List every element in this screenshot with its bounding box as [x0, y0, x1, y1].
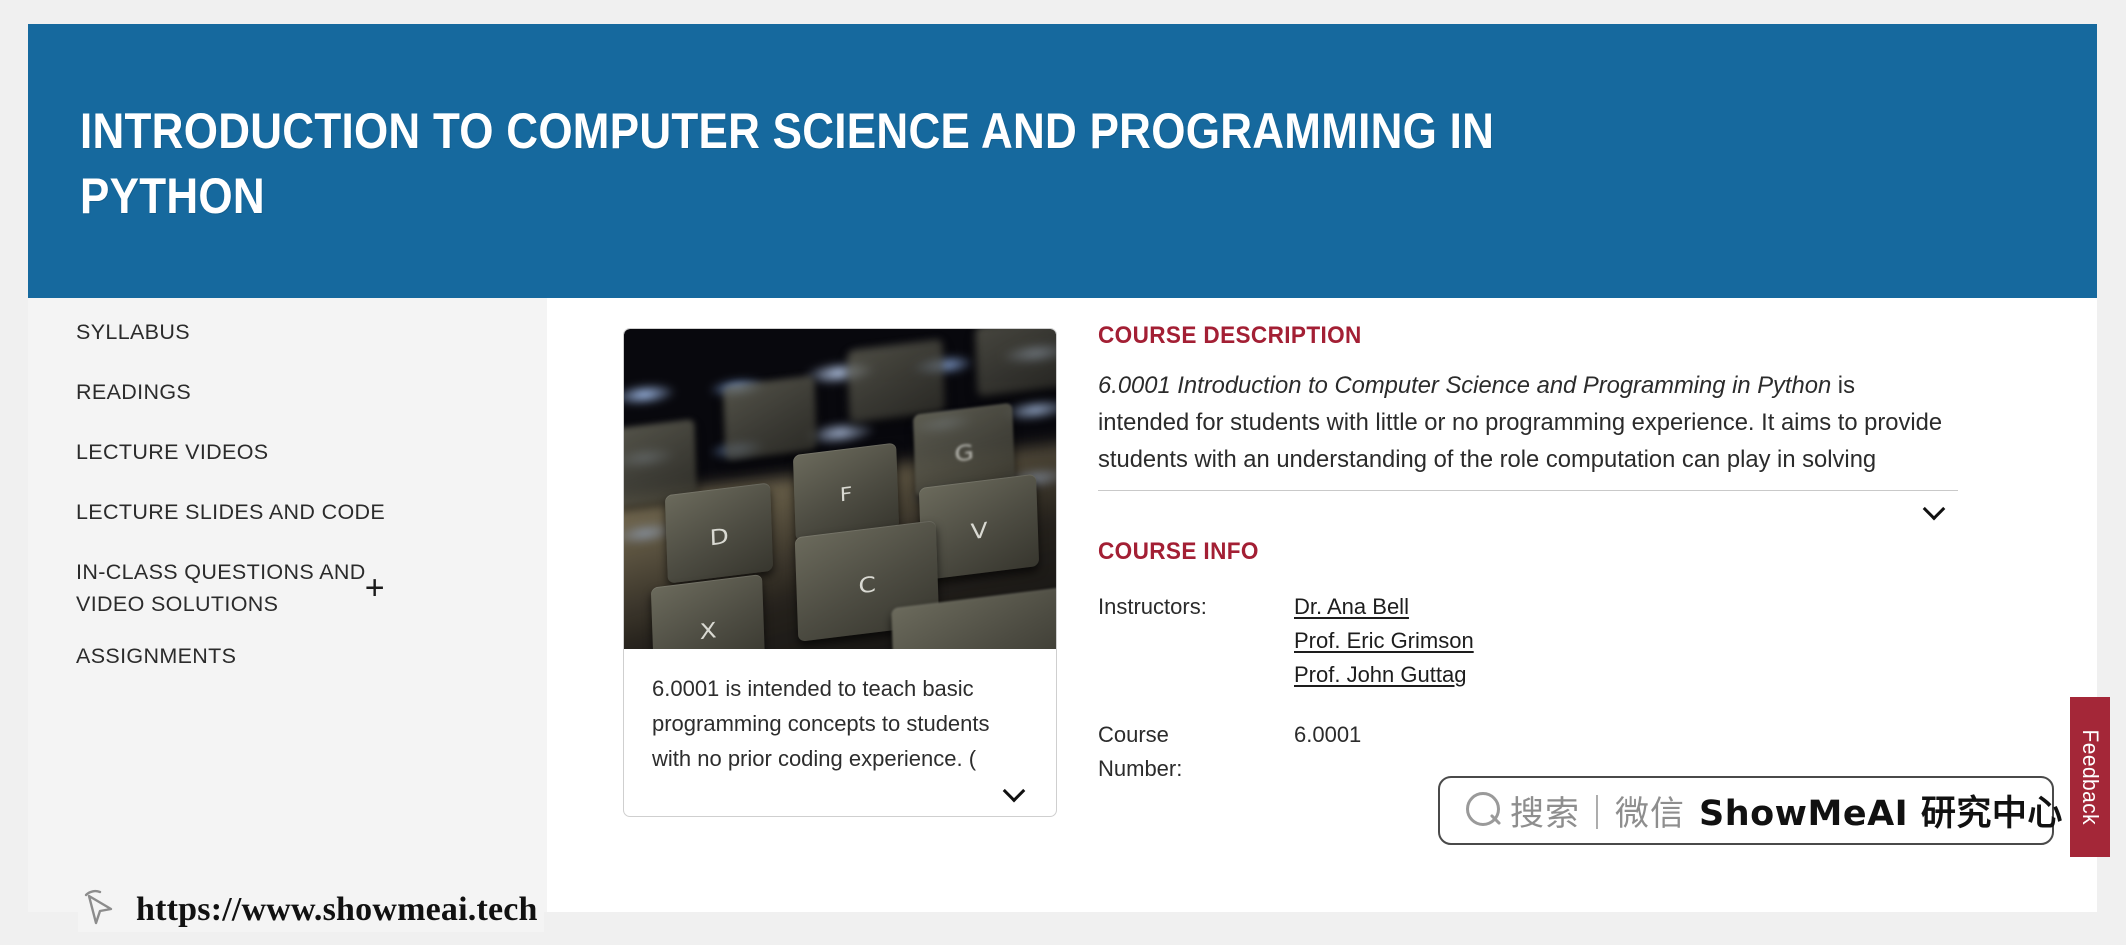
media-column: G F D V C X 6.0001 is intended to teach … — [623, 328, 1057, 817]
key-glyph-c: C — [858, 571, 877, 599]
sidebar-item-label: Lecture Videos — [76, 440, 269, 464]
key-glyph-f: F — [839, 484, 853, 507]
search-brand-text: ShowMeAI 研究中心 — [1699, 794, 2063, 834]
course-number-label: Course Number: — [1098, 722, 1183, 781]
course-description-heading: Course Description — [1098, 322, 1362, 349]
page-banner: Introduction to Computer Science and Pro… — [28, 24, 2097, 298]
cursor-pointer-icon — [84, 889, 113, 925]
key-blur-4 — [975, 329, 1056, 397]
key-glyph-g: G — [954, 439, 975, 467]
sidebar-item-assignments[interactable]: Assignments — [28, 640, 547, 672]
sidebar-item-readings[interactable]: Readings — [28, 376, 547, 408]
sidebar-item-lecture-videos[interactable]: Lecture Videos — [28, 436, 547, 468]
keyboard-key-x: X — [650, 574, 766, 649]
page-title: Introduction to Computer Science and Pro… — [80, 103, 1495, 224]
plus-icon[interactable]: + — [365, 571, 385, 605]
instructor-link[interactable]: Prof. John Guttag — [1294, 658, 1998, 692]
brand-url: https://www.showmeai.tech — [136, 891, 538, 928]
chevron-down-icon[interactable] — [1924, 501, 1946, 513]
key-blur-3 — [847, 339, 945, 423]
sidebar: Syllabus Readings Lecture Videos Lecture Sl… — [28, 298, 547, 912]
search-placeholder-text: 搜索｜微信 — [1510, 794, 1685, 834]
feedback-label: Feedback — [2078, 729, 2103, 825]
key-blur-2 — [723, 375, 817, 461]
instructors-value: Dr. Ana Bell Prof. Eric Grimson Prof. John… — [1294, 590, 1998, 692]
search-icon — [1462, 790, 1504, 832]
keyboard-photo: G F D V C X — [624, 329, 1056, 649]
instructor-link[interactable]: Prof. Eric Grimson — [1294, 624, 1998, 658]
feedback-tab[interactable]: Feedback — [2070, 697, 2110, 857]
key-glyph-v: V — [970, 517, 989, 545]
course-description-italic-lead: 6.0001 Introduction to Computer Science … — [1098, 372, 1832, 399]
sidebar-item-label: Readings — [76, 380, 192, 404]
image-caption: 6.0001 is intended to teach basic progra… — [652, 676, 990, 771]
instructors-label: Instructors: — [1098, 594, 1207, 619]
search-overlay[interactable]: 搜索｜微信 ShowMeAI 研究中心 — [1438, 776, 2062, 845]
text-column: Course Description 6.0001 Introduction t… — [1098, 322, 1998, 786]
caption-expand-row — [624, 782, 1056, 816]
sidebar-item-syllabus[interactable]: Syllabus — [28, 316, 547, 348]
course-image-card: G F D V C X 6.0001 is intended to teach … — [623, 328, 1057, 817]
description-expand-row — [1098, 491, 1958, 518]
chevron-down-icon[interactable] — [1004, 783, 1026, 795]
brand-watermark: https://www.showmeai.tech — [78, 888, 544, 932]
instructor-link[interactable]: Dr. Ana Bell — [1294, 590, 1998, 624]
sidebar-item-in-class-questions-and-video-solutions[interactable]: In-Class Questions and Video Solutions + — [28, 556, 547, 620]
key-glyph-x: X — [699, 617, 718, 645]
sidebar-item-label: In-Class Questions and Video Solutions — [76, 560, 366, 616]
course-info-heading: Course Info — [1098, 538, 1259, 565]
key-glyph-d: D — [709, 522, 730, 551]
sidebar-item-label: Lecture Slides and Code — [76, 500, 386, 524]
course-description-body: 6.0001 Introduction to Computer Science … — [1098, 367, 1952, 478]
sidebar-item-lecture-slides-and-code[interactable]: Lecture Slides and Code — [28, 496, 547, 528]
sidebar-item-label: Assignments — [76, 644, 237, 668]
keyboard-key-d: D — [664, 482, 774, 584]
sidebar-item-label: Syllabus — [76, 320, 190, 344]
course-info-grid: Instructors: Dr. Ana Bell Prof. Eric Grim… — [1098, 590, 1998, 786]
